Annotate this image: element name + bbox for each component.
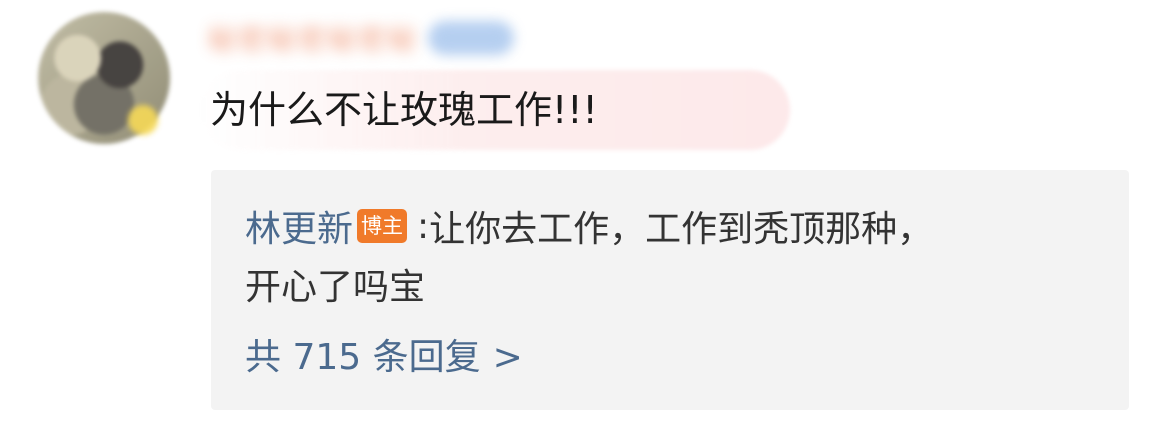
reply-author-name[interactable]: 林更新 [245, 200, 353, 252]
avatar-verified-badge [128, 105, 158, 135]
reply-text-line1: 让你去工作，工作到秃顶那种， [429, 209, 934, 250]
comment-text: 为什么不让玫瑰工作!!! [210, 88, 598, 132]
chevron-right-icon: > [492, 337, 523, 378]
comment-username[interactable]: 秘密秘密秘密秘 [208, 16, 515, 60]
reply-separator: : [417, 205, 430, 247]
view-replies-link[interactable]: 共 715 条回复 > [245, 330, 523, 386]
reply-count-label: 共 715 条回复 [245, 337, 481, 378]
reply-preview[interactable]: 林更新 博主 : 让你去工作，工作到秃顶那种， 开心了吗宝 共 715 条回复 > [211, 170, 1129, 410]
reply-text-line2: 开心了吗宝 [245, 267, 426, 308]
blogger-badge: 博主 [357, 209, 408, 243]
user-level-badge [428, 21, 515, 55]
username-text: 秘密秘密秘密秘 [208, 23, 419, 56]
reply-first-line: 林更新 博主 : 让你去工作，工作到秃顶那种， [245, 198, 933, 254]
